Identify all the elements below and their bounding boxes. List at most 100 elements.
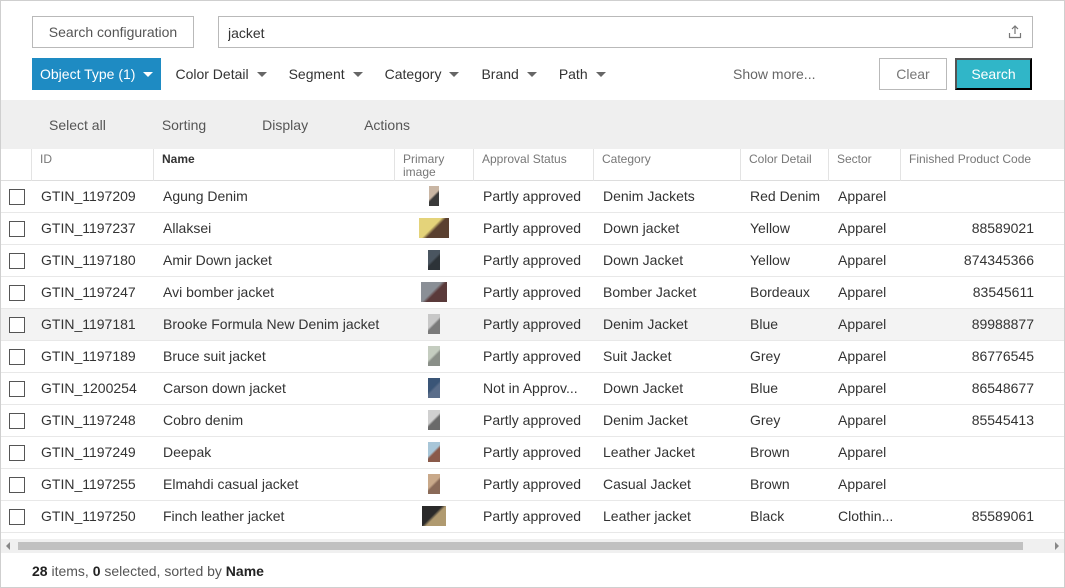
table-row[interactable]: GTIN_1197209 Agung Denim Partly approved De…: [1, 181, 1064, 213]
product-thumbnail[interactable]: [428, 442, 440, 462]
caret-down-icon: [143, 72, 154, 77]
product-thumbnail[interactable]: [422, 506, 446, 526]
table-row[interactable]: GTIN_1197180 Amir Down jacket Partly appro…: [1, 245, 1064, 277]
search-input[interactable]: [228, 24, 988, 42]
cell-approval-status: Partly approved: [483, 316, 582, 332]
column-header-approval-status[interactable]: Approval Status: [473, 149, 593, 181]
horizontal-scrollbar[interactable]: [1, 539, 1064, 553]
scrollbar-thumb[interactable]: [18, 542, 1023, 550]
product-thumbnail[interactable]: [428, 314, 440, 334]
table-row[interactable]: GTIN_1200254 Carson down jacket Not in App…: [1, 373, 1064, 405]
cell-sector: Apparel: [838, 348, 887, 364]
column-header-id[interactable]: ID: [31, 149, 153, 181]
cell-name: Carson down jacket: [163, 380, 286, 396]
cell-approval-status: Partly approved: [483, 284, 582, 300]
table-row[interactable]: GTIN_1197250 Finch leather jacket Partly a…: [1, 501, 1064, 533]
product-thumbnail[interactable]: [419, 218, 449, 238]
cell-name: Allaksei: [163, 220, 212, 236]
product-thumbnail[interactable]: [429, 186, 439, 206]
filter-category[interactable]: Category: [377, 58, 468, 90]
actions-button[interactable]: Actions: [352, 117, 422, 133]
selected-count: 0: [92, 563, 101, 579]
table-row[interactable]: GTIN_1197248 Cobro denim Partly approved De…: [1, 405, 1064, 437]
table-row[interactable]: GTIN_1197181 Brooke Formula New Denim jac…: [1, 309, 1064, 341]
product-thumbnail[interactable]: [428, 474, 440, 494]
checkbox-icon[interactable]: [9, 349, 25, 365]
table-row[interactable]: GTIN_1197249 Deepak Partly approved Leather…: [1, 437, 1064, 469]
clear-button[interactable]: Clear: [879, 58, 947, 90]
scroll-left-icon[interactable]: [6, 542, 10, 550]
checkbox-icon[interactable]: [9, 381, 25, 397]
filter-object-type[interactable]: Object Type (1): [32, 58, 162, 90]
display-button[interactable]: Display: [250, 117, 320, 133]
scroll-right-icon[interactable]: [1055, 542, 1059, 550]
upload-icon[interactable]: [1008, 25, 1022, 39]
cell-approval-status: Partly approved: [483, 508, 582, 524]
checkbox-icon[interactable]: [9, 253, 25, 269]
filter-color-detail[interactable]: Color Detail: [167, 58, 274, 90]
filter-path[interactable]: Path: [551, 58, 614, 90]
cell-color-detail: Black: [750, 508, 785, 524]
table-header: ID Name Primary image Approval Status Ca…: [1, 149, 1064, 181]
cell-name: Deepak: [163, 444, 212, 460]
cell-id: GTIN_1197237: [41, 220, 136, 236]
checkbox-icon[interactable]: [9, 285, 25, 301]
column-header-name[interactable]: Name: [153, 149, 394, 181]
cell-sector: Apparel: [838, 476, 887, 492]
checkbox-icon[interactable]: [9, 221, 25, 237]
cell-id: GTIN_1197249: [41, 444, 136, 460]
checkbox-icon[interactable]: [9, 445, 25, 461]
items-text: items,: [51, 563, 89, 579]
sorting-button[interactable]: Sorting: [150, 117, 218, 133]
filter-label: Segment: [288, 66, 345, 82]
table-row[interactable]: GTIN_1197189 Bruce suit jacket Partly appr…: [1, 341, 1064, 373]
cell-approval-status: Partly approved: [483, 412, 582, 428]
cell-category: Denim Jackets: [603, 188, 695, 204]
cell-name: Amir Down jacket: [163, 252, 272, 268]
table-row[interactable]: GTIN_1197237 Allaksei Partly approved Down …: [1, 213, 1064, 245]
column-header-category[interactable]: Category: [593, 149, 740, 181]
select-all-button[interactable]: Select all: [37, 117, 118, 133]
product-thumbnail[interactable]: [428, 250, 440, 270]
cell-id: GTIN_1197248: [41, 412, 136, 428]
filter-label: Color Detail: [175, 66, 249, 82]
cell-sector: Apparel: [838, 252, 887, 268]
product-thumbnail[interactable]: [428, 346, 440, 366]
search-box[interactable]: [218, 16, 1033, 48]
filter-brand[interactable]: Brand: [473, 58, 544, 90]
product-thumbnail[interactable]: [428, 410, 440, 430]
checkbox-icon[interactable]: [9, 413, 25, 429]
cell-name: Bruce suit jacket: [163, 348, 266, 364]
column-header-primary-image[interactable]: Primary image: [394, 149, 473, 181]
cell-sector: Clothin...: [838, 508, 894, 524]
cell-approval-status: Not in Approv...: [483, 380, 578, 396]
search-button[interactable]: Search: [955, 58, 1032, 90]
cell-id: GTIN_1197255: [41, 476, 136, 492]
checkbox-icon[interactable]: [9, 509, 25, 525]
cell-finished-product-code: 88589021: [971, 220, 1034, 236]
cell-approval-status: Partly approved: [483, 476, 582, 492]
cell-sector: Apparel: [838, 380, 887, 396]
caret-down-icon: [449, 72, 460, 77]
product-thumbnail[interactable]: [428, 378, 440, 398]
checkbox-icon[interactable]: [9, 189, 25, 205]
filter-segment[interactable]: Segment: [281, 58, 371, 90]
cell-category: Down Jacket: [603, 380, 684, 396]
search-configuration-button[interactable]: Search configuration: [32, 16, 194, 48]
cell-id: GTIN_1197247: [41, 284, 136, 300]
cell-finished-product-code: 86776545: [971, 348, 1034, 364]
table-row[interactable]: GTIN_1197247 Avi bomber jacket Partly appr…: [1, 277, 1064, 309]
checkbox-icon[interactable]: [9, 317, 25, 333]
cell-approval-status: Partly approved: [483, 444, 582, 460]
column-header-finished-product-code[interactable]: Finished Product Code: [900, 149, 1046, 181]
column-header-sector[interactable]: Sector: [828, 149, 900, 181]
cell-category: Denim Jacket: [603, 412, 688, 428]
column-header-color-detail[interactable]: Color Detail: [740, 149, 828, 181]
cell-id: GTIN_1197250: [41, 508, 136, 524]
checkbox-icon[interactable]: [9, 477, 25, 493]
cell-category: Denim Jacket: [603, 316, 688, 332]
cell-color-detail: Blue: [750, 380, 779, 396]
table-row[interactable]: GTIN_1197255 Elmahdi casual jacket Partly …: [1, 469, 1064, 501]
show-more-link[interactable]: Show more...: [733, 66, 815, 82]
product-thumbnail[interactable]: [421, 282, 447, 302]
